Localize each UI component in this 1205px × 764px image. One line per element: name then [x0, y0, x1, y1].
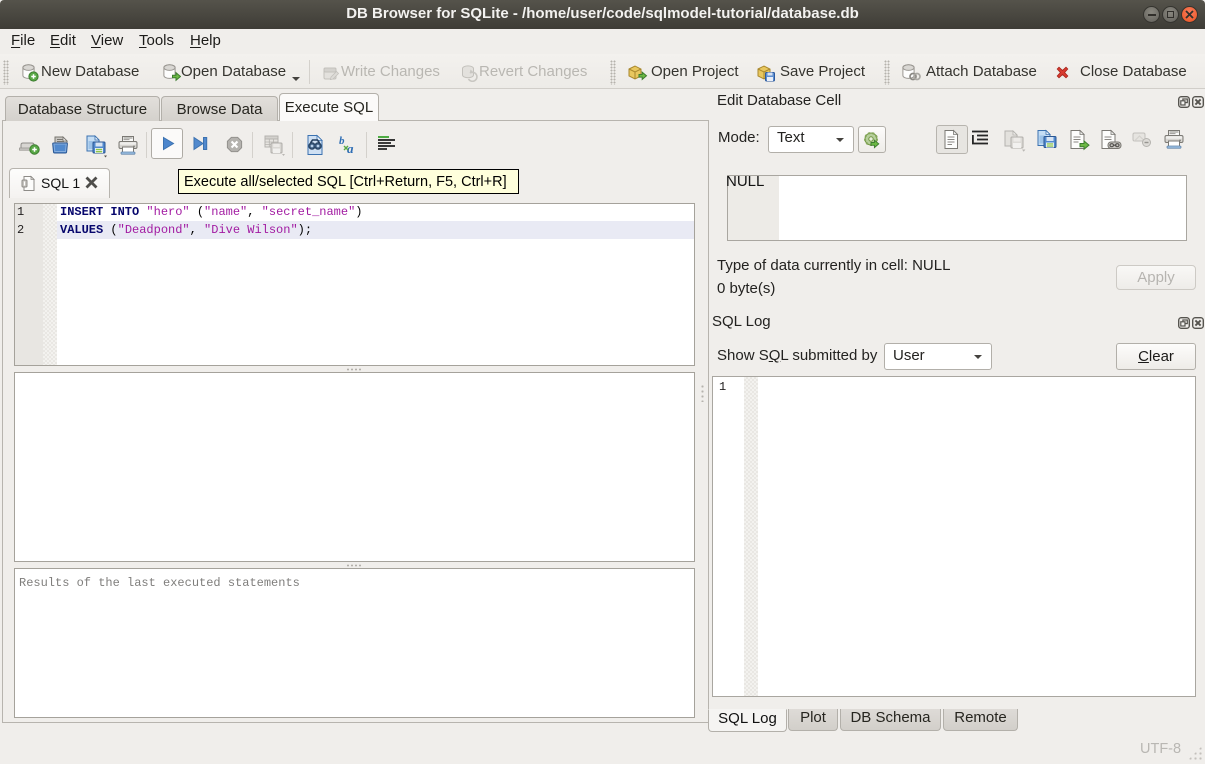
svg-text:a: a [347, 141, 354, 156]
svg-text:b: b [339, 135, 345, 147]
